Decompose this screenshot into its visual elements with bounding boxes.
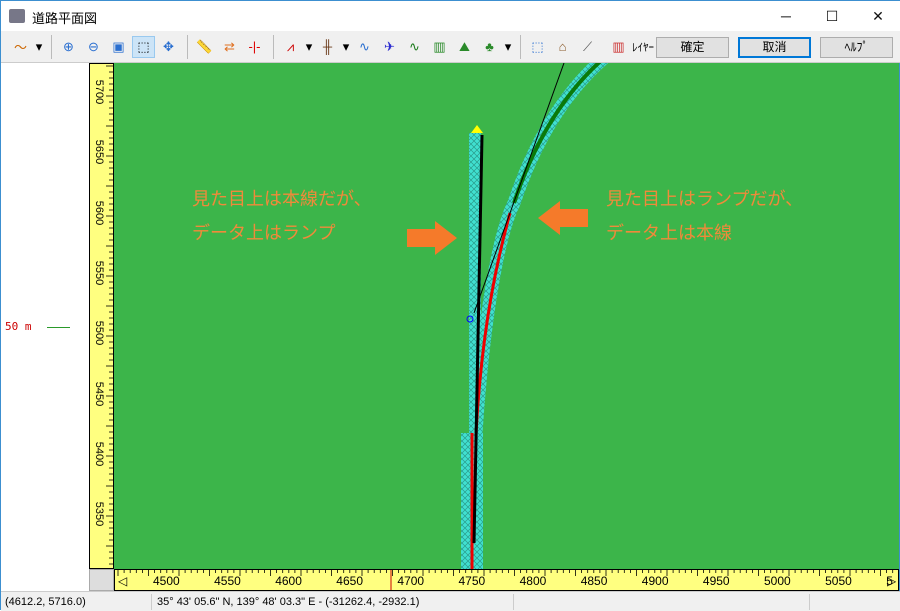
road-drawing: [461, 63, 609, 569]
annotation-text: 見た目上は本線だが、: [192, 189, 372, 210]
annotation-text: データ上はランプ: [192, 223, 336, 244]
horizontal-ruler[interactable]: ◁ ▷ 4500 4550 4600 4650 4700 4750 4800 4850 4900 49…: [114, 569, 899, 591]
vruler-tick-label: 5650: [93, 140, 105, 165]
add-house-icon[interactable]: ⌂: [551, 36, 574, 58]
swap-icon[interactable]: ⇄: [218, 36, 241, 58]
cancel-button[interactable]: 取消: [738, 37, 811, 58]
hruler-tick-label: 4550: [214, 574, 241, 588]
annotation-text: データ上は本線: [606, 223, 732, 244]
contour-icon[interactable]: ∿: [403, 36, 426, 58]
connect-icon[interactable]: ⟋: [576, 36, 599, 58]
building-icon[interactable]: ▥: [428, 36, 451, 58]
chevron-down-icon[interactable]: ▾: [304, 36, 314, 58]
map-coordinates: (4612.2, 5716.0): [5, 596, 86, 608]
vertical-ruler[interactable]: 5700 5650 5600 5550 5500 5450 5400 5350: [89, 63, 114, 569]
vruler-tick-label: 5550: [93, 260, 105, 286]
hruler-tick-label: 4950: [702, 574, 730, 588]
separator: [51, 34, 52, 59]
map-canvas[interactable]: 見た目上は本線だが、 データ上はランプ 見た目上はランプだが、 データ上は本線: [114, 63, 899, 569]
split-icon[interactable]: -|-: [243, 36, 266, 58]
annotation-right: 見た目上はランプだが、 データ上は本線: [606, 183, 803, 251]
annotation-text: 見た目上はランプだが、: [606, 189, 804, 210]
airport-icon[interactable]: ✈: [378, 36, 401, 58]
separator: [520, 34, 521, 59]
hruler-tick-label: 4650: [336, 574, 363, 588]
vruler-tick-label: 5450: [93, 381, 105, 406]
zoom-in-icon[interactable]: ⊕: [57, 36, 80, 58]
terrain-icon[interactable]: ⛰: [453, 36, 476, 58]
hruler-tick-label: 4800: [519, 574, 547, 588]
measure-icon[interactable]: 📏: [193, 36, 216, 58]
separator: [187, 34, 188, 59]
annotation-left: 見た目上は本線だが、 データ上はランプ: [192, 183, 372, 251]
select-rect-icon[interactable]: ⬚: [526, 36, 549, 58]
geo-coordinates: 35° 43' 05.6" N, 139° 48' 03.3" E - (-31…: [157, 596, 420, 608]
layer-button[interactable]: ﾚｲﾔｰ: [632, 39, 654, 55]
ruler-corner: [89, 569, 114, 591]
zoom-extent-icon[interactable]: ▣: [107, 36, 130, 58]
app-icon: [9, 9, 25, 23]
hruler-tick-label: 4850: [580, 574, 608, 588]
chevron-down-icon[interactable]: ▾: [503, 36, 513, 58]
chevron-down-icon[interactable]: ▾: [341, 36, 351, 58]
start-marker: [471, 125, 483, 133]
help-button[interactable]: ﾍﾙﾌﾟ: [820, 37, 893, 58]
scale-bar: [47, 327, 70, 328]
layers-icon[interactable]: ▥: [607, 36, 630, 58]
arrow-left-icon: [538, 201, 588, 235]
hruler-tick-label: 4750: [458, 574, 486, 588]
guide-line: [473, 63, 565, 314]
railway-icon[interactable]: ╫: [316, 36, 339, 58]
hruler-tick-label: 4700: [397, 574, 425, 588]
zoom-window-icon[interactable]: ⬚: [132, 35, 155, 58]
svg-text:◁: ◁: [118, 574, 128, 588]
vruler-tick-label: 5500: [93, 320, 105, 346]
vruler-tick-label: 5400: [93, 441, 105, 467]
vruler-tick-label: 5700: [93, 79, 105, 105]
background-map-icon[interactable]: 〜: [9, 36, 32, 58]
window-title: 道路平面図: [32, 11, 98, 26]
title-bar: 道路平面図 ─ ☐ ✕: [1, 1, 900, 31]
hruler-tick-label: 4500: [153, 574, 180, 588]
chevron-down-icon[interactable]: ▾: [34, 36, 44, 58]
pan-icon[interactable]: ✥: [157, 36, 180, 58]
arrow-right-icon: [407, 221, 457, 255]
zoom-out-icon[interactable]: ⊖: [82, 36, 105, 58]
minimize-button[interactable]: ─: [763, 1, 809, 31]
hruler-tick-label: 5000: [764, 574, 791, 588]
scale-label: 50 m: [5, 320, 32, 333]
hruler-tick-label: 4900: [641, 574, 669, 588]
status-bar: (4612.2, 5716.0) 35° 43' 05.6" N, 139° 4…: [1, 591, 900, 611]
hruler-tick-label: 4600: [275, 574, 302, 588]
hruler-tick-label: 5050: [825, 574, 852, 588]
confirm-button[interactable]: 確定: [656, 37, 729, 58]
main-road-band: [469, 63, 609, 434]
line-icon[interactable]: ∿: [353, 36, 376, 58]
forest-icon[interactable]: ♣: [478, 36, 501, 58]
hruler-tick-label: 5: [886, 574, 893, 588]
close-button[interactable]: ✕: [855, 1, 900, 31]
road-line-icon[interactable]: ⩘: [279, 36, 302, 58]
maximize-button[interactable]: ☐: [809, 1, 855, 31]
vruler-tick-label: 5600: [93, 200, 105, 225]
vruler-tick-label: 5350: [93, 501, 105, 527]
separator: [273, 34, 274, 59]
